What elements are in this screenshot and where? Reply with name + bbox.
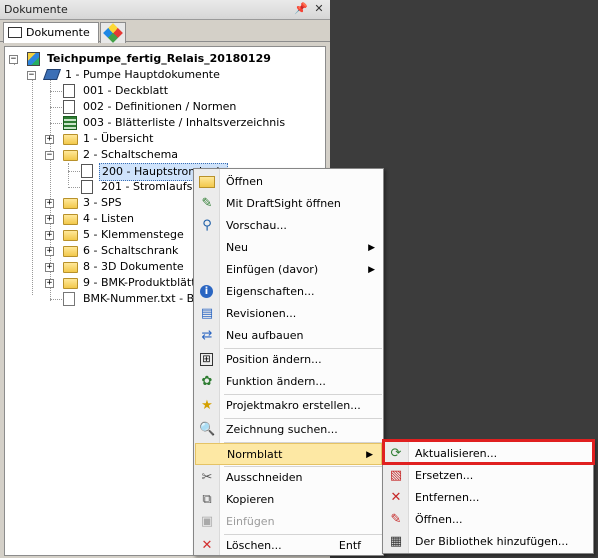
library-add-icon: ▦ xyxy=(389,534,403,549)
menu-item-submenu-oeffnen[interactable]: ✎ Öffnen... xyxy=(383,509,593,531)
submenu-arrow-icon: ▶ xyxy=(368,243,375,253)
menu-item-ersetzen[interactable]: ▧ Ersetzen... xyxy=(383,465,593,487)
menu-item-revisionen[interactable]: ▤ Revisionen... xyxy=(194,303,383,325)
tree-node-label: 001 - Deckblatt xyxy=(83,84,169,97)
tab-label: Dokumente xyxy=(26,26,90,39)
expand-icon[interactable]: + xyxy=(45,199,54,208)
function-icon: ✿ xyxy=(201,374,213,389)
folder-open-icon xyxy=(63,150,78,161)
menu-item-entfernen[interactable]: ✕ Entfernen... xyxy=(383,487,593,509)
tree-node-label: Teichpumpe_fertig_Relais_20180129 xyxy=(47,52,271,65)
macro-icon: ★ xyxy=(201,398,213,413)
menu-item-kopieren[interactable]: ⧉ Kopieren xyxy=(194,489,383,511)
rebuild-icon: ⇄ xyxy=(201,328,213,343)
close-icon[interactable]: ✕ xyxy=(312,2,326,16)
copy-icon: ⧉ xyxy=(202,492,212,507)
collapse-icon[interactable]: − xyxy=(27,71,36,80)
document-icon xyxy=(63,100,75,114)
book-icon xyxy=(42,69,62,80)
components-tab-icon xyxy=(103,23,123,43)
tree-node-label: 1 - Übersicht xyxy=(83,132,154,145)
tree-node-label: 3 - SPS xyxy=(83,196,122,209)
paste-icon: ▣ xyxy=(200,514,214,529)
search-drawing-icon: 🔍 xyxy=(199,422,216,437)
tree-node-label: 6 - Schaltschrank xyxy=(83,244,179,257)
expand-icon[interactable]: + xyxy=(45,135,54,144)
menu-item-neu[interactable]: Neu ▶ xyxy=(194,237,383,259)
tab-components[interactable] xyxy=(100,22,126,43)
expand-icon[interactable]: + xyxy=(45,247,54,256)
menu-item-eigenschaften[interactable]: i Eigenschaften... xyxy=(194,281,383,303)
open-doc-icon: ✎ xyxy=(390,512,402,527)
tree-node-label: BMK-Nummer.txt - BMK xyxy=(83,292,211,305)
folder-icon xyxy=(63,134,78,145)
menu-item-vorschau[interactable]: ⚲ Vorschau... xyxy=(194,215,383,237)
tree-node-label: 9 - BMK-Produktblätter xyxy=(83,276,207,289)
menu-item-draftsight[interactable]: ✎ Mit DraftSight öffnen xyxy=(194,193,383,215)
tree-node-label: 002 - Definitionen / Normen xyxy=(83,100,237,113)
menu-item-funktion-aendern[interactable]: ✿ Funktion ändern... xyxy=(194,371,383,393)
text-file-icon xyxy=(63,292,75,306)
folder-icon xyxy=(63,214,78,225)
expand-icon[interactable]: + xyxy=(45,215,54,224)
menu-item-bibliothek-hinzufuegen[interactable]: ▦ Der Bibliothek hinzufügen... xyxy=(383,531,593,553)
folder-icon xyxy=(63,262,78,273)
menu-item-oeffnen[interactable]: Öffnen xyxy=(194,171,383,193)
document-icon xyxy=(63,84,75,98)
menu-item-position-aendern[interactable]: ⊞ Position ändern... xyxy=(194,349,383,371)
tree-node-label: 8 - 3D Dokumente xyxy=(83,260,184,273)
tree-node-label: 1 - Pumpe Hauptdokumente xyxy=(65,68,220,81)
highlight-box xyxy=(382,439,595,465)
remove-icon: ✕ xyxy=(390,490,402,505)
collapse-icon[interactable]: − xyxy=(45,151,54,160)
folder-icon xyxy=(63,278,78,289)
menu-item-ausschneiden[interactable]: ✂ Ausschneiden xyxy=(194,467,383,489)
menu-item-zeichnung-suchen[interactable]: 🔍 Zeichnung suchen... xyxy=(194,419,383,441)
delete-icon: ✕ xyxy=(201,538,213,553)
menu-item-einfuegen[interactable]: ▣ Einfügen xyxy=(194,511,383,533)
menu-item-loeschen[interactable]: ✕ Löschen... Entf xyxy=(194,535,383,557)
documents-tab-icon xyxy=(8,27,22,38)
submenu-arrow-icon: ▶ xyxy=(366,450,373,460)
folder-icon xyxy=(63,246,78,257)
pin-icon[interactable]: 📌 xyxy=(294,2,308,16)
context-menu: Öffnen ✎ Mit DraftSight öffnen ⚲ Vorscha… xyxy=(193,168,384,556)
position-icon: ⊞ xyxy=(200,353,213,366)
menu-item-einfuegen-davor[interactable]: Einfügen (davor) ▶ xyxy=(194,259,383,281)
scissors-icon: ✂ xyxy=(201,470,213,485)
revisions-icon: ▤ xyxy=(200,306,214,321)
shortcut-label: Entf xyxy=(338,539,361,552)
replace-icon: ▧ xyxy=(389,468,403,483)
menu-item-neu-aufbauen[interactable]: ⇄ Neu aufbauen xyxy=(194,325,383,347)
drawing-icon xyxy=(81,180,93,194)
submenu-arrow-icon: ▶ xyxy=(368,265,375,275)
folder-icon xyxy=(63,230,78,241)
info-icon: i xyxy=(200,285,213,298)
draftsight-icon: ✎ xyxy=(201,196,213,211)
panel-titlebar: Dokumente 📌 ✕ xyxy=(0,0,330,20)
tree-node-label: 2 - Schaltschema xyxy=(83,148,179,161)
collapse-icon[interactable]: − xyxy=(9,55,18,64)
tree-node-label: 003 - Blätterliste / Inhaltsverzeichnis xyxy=(83,116,286,129)
expand-icon[interactable]: + xyxy=(45,263,54,272)
expand-icon[interactable]: + xyxy=(45,231,54,240)
folder-open-icon xyxy=(199,176,215,188)
tree-node-label: 4 - Listen xyxy=(83,212,134,225)
expand-icon[interactable]: + xyxy=(45,279,54,288)
menu-item-projektmakro[interactable]: ★ Projektmakro erstellen... xyxy=(194,395,383,417)
project-icon xyxy=(27,52,40,66)
tab-dokumente[interactable]: Dokumente xyxy=(3,22,99,43)
tree-node-label: 5 - Klemmenstege xyxy=(83,228,184,241)
drawing-icon xyxy=(81,164,93,178)
folder-icon xyxy=(63,198,78,209)
sheet-list-icon xyxy=(63,116,77,130)
magnifier-icon: ⚲ xyxy=(202,218,212,233)
panel-title: Dokumente xyxy=(4,3,68,16)
menu-item-normblatt[interactable]: Normblatt ▶ xyxy=(195,443,382,465)
panel-tabs: Dokumente xyxy=(0,20,330,43)
